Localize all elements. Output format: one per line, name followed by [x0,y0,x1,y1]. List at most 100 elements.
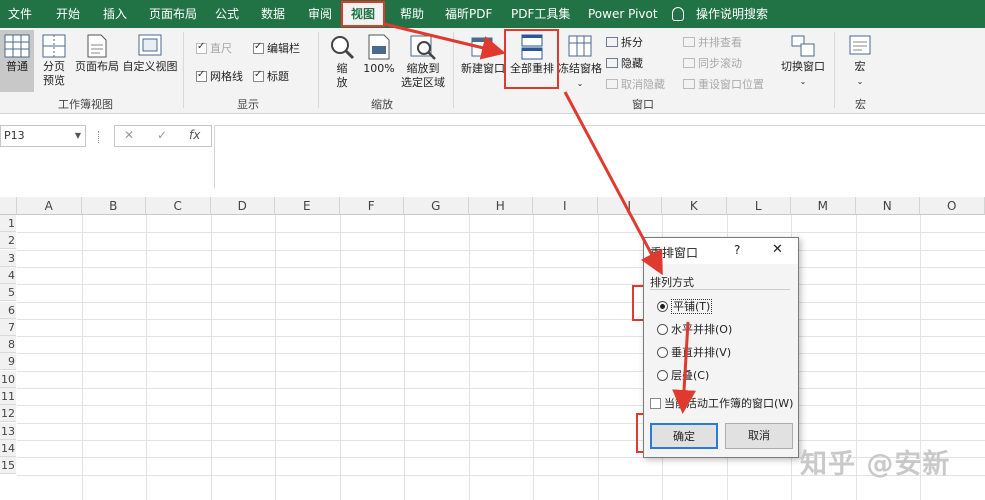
radio-tiled[interactable]: 平铺(T) [657,298,713,314]
column-header[interactable]: L [726,197,791,215]
dialog-title: 重排窗口 [650,246,699,260]
tab-file[interactable]: 文件 [6,0,34,28]
zoom-100-icon [368,34,390,60]
tab-view[interactable]: 视图 [341,1,386,27]
page-break-label-2: 预览 [43,74,65,87]
row-header[interactable]: 2 [0,232,16,250]
tab-home[interactable]: 开始 [54,0,82,28]
grid-line [17,284,985,286]
reset-position-label: 重设窗口位置 [698,78,764,91]
row-header[interactable]: 9 [0,353,16,371]
radio-horizontal[interactable]: 水平并排(O) [657,321,732,337]
normal-view-button[interactable]: 普通 [0,30,34,92]
column-header[interactable]: D [210,197,275,215]
zoom-100-button[interactable]: 100% [362,34,396,76]
radio-cascade[interactable]: 层叠(C) [657,367,709,383]
row-header[interactable]: 7 [0,318,16,336]
row-header[interactable]: 5 [0,284,16,302]
cell-reference: P13 [4,129,25,142]
side-by-side-icon [683,37,695,47]
row-header[interactable]: 3 [0,249,16,267]
ruler-check [196,41,207,54]
active-workbook-checkbox[interactable]: 当前活动工作簿的窗口(W) [650,395,793,411]
side-by-side-button[interactable]: 并排查看 [683,34,742,50]
zoom-label-1: 缩 [336,62,348,75]
tab-pdf-tools[interactable]: PDF工具集 [509,0,572,28]
freeze-panes-button[interactable]: 冻结窗格 ⌄ [557,34,603,91]
tab-help[interactable]: 帮助 [398,0,426,28]
page-layout-icon [87,34,107,58]
help-icon[interactable]: ? [734,243,740,257]
group-divider [834,32,835,108]
hide-button[interactable]: 隐藏 [606,55,643,71]
cancel-icon[interactable]: ✕ [124,128,134,142]
dropdown-icon[interactable]: ▼ [75,126,81,146]
insert-function-icon[interactable]: fx [189,128,200,142]
column-header[interactable]: K [662,197,727,215]
zoom-to-selection-button[interactable]: 缩放到 选定区域 [398,34,448,90]
column-header[interactable]: O [920,197,985,215]
tab-page-layout[interactable]: 页面布局 [147,0,199,28]
column-header[interactable]: I [533,197,598,215]
radio-vertical-label: 垂直并排(V) [671,346,732,359]
row-header[interactable]: 6 [0,301,16,319]
custom-views-button[interactable]: 自定义视图 [122,34,178,74]
column-header[interactable]: N [855,197,920,215]
sync-scroll-button[interactable]: 同步滚动 [683,55,742,71]
dropdown-icon: ⌄ [576,79,584,88]
tell-me-search[interactable]: 操作说明搜索 [694,0,770,28]
zoom-button[interactable]: 缩 放 [327,34,357,90]
tab-foxit-pdf[interactable]: 福昕PDF [443,0,494,28]
tab-data[interactable]: 数据 [259,0,287,28]
column-header[interactable]: B [81,197,146,215]
switch-windows-label: 切换窗口 [781,60,825,73]
column-header[interactable]: E [275,197,340,215]
active-workbook-check [650,398,661,409]
grip-icon [98,131,101,143]
column-header[interactable]: G [404,197,469,215]
unhide-button[interactable]: 取消隐藏 [606,76,665,92]
column-header[interactable]: H [468,197,533,215]
cancel-button[interactable]: 取消 [725,423,793,449]
enter-icon[interactable]: ✓ [157,128,167,142]
column-header[interactable]: M [791,197,856,215]
row-header[interactable]: 12 [0,405,16,423]
ruler-checkbox[interactable]: 直尺 [196,40,232,56]
row-header[interactable]: 11 [0,388,16,405]
tab-formulas[interactable]: 公式 [213,0,241,28]
arrange-section-label: 排列方式 [650,276,694,289]
formula-bar-checkbox[interactable]: 编辑栏 [253,40,300,56]
row-header[interactable]: 13 [0,422,16,440]
split-button[interactable]: 拆分 [606,34,643,50]
switch-windows-button[interactable]: 切换窗口 ⌄ [779,34,827,89]
column-header[interactable]: J [597,197,662,215]
ok-button[interactable]: 确定 [650,423,718,449]
radio-cascade-label: 层叠(C) [671,369,710,382]
headings-checkbox[interactable]: 标题 [253,68,289,84]
select-all-corner[interactable] [0,197,17,215]
row-header[interactable]: 1 [0,215,16,232]
reset-position-button[interactable]: 重设窗口位置 [683,76,764,92]
macros-button[interactable]: 宏 ⌄ [844,34,876,89]
row-header[interactable]: 10 [0,370,16,388]
tab-review[interactable]: 审阅 [306,0,334,28]
page-break-preview-button[interactable]: 分页 预览 [38,34,70,88]
gridlines-checkbox[interactable]: 网格线 [196,68,243,84]
page-layout-view-button[interactable]: 页面布局 [72,34,122,74]
name-box[interactable]: P13 ▼ [0,125,86,147]
row-header[interactable]: 15 [0,457,16,475]
zoom-100-label: 100% [363,62,395,75]
row-header[interactable]: 14 [0,439,16,457]
column-header[interactable]: F [339,197,404,215]
close-icon[interactable]: ✕ [772,242,783,257]
row-header[interactable]: 4 [0,266,16,284]
radio-vertical[interactable]: 垂直并排(V) [657,344,731,360]
column-header[interactable]: A [17,197,82,215]
row-header[interactable]: 8 [0,336,16,354]
formula-input[interactable] [214,125,985,188]
new-window-button[interactable]: 新建窗口 [460,34,506,76]
column-header[interactable]: C [146,197,211,215]
tab-power-pivot[interactable]: Power Pivot [586,0,660,28]
switch-windows-icon [791,35,815,57]
tab-insert[interactable]: 插入 [101,0,129,28]
